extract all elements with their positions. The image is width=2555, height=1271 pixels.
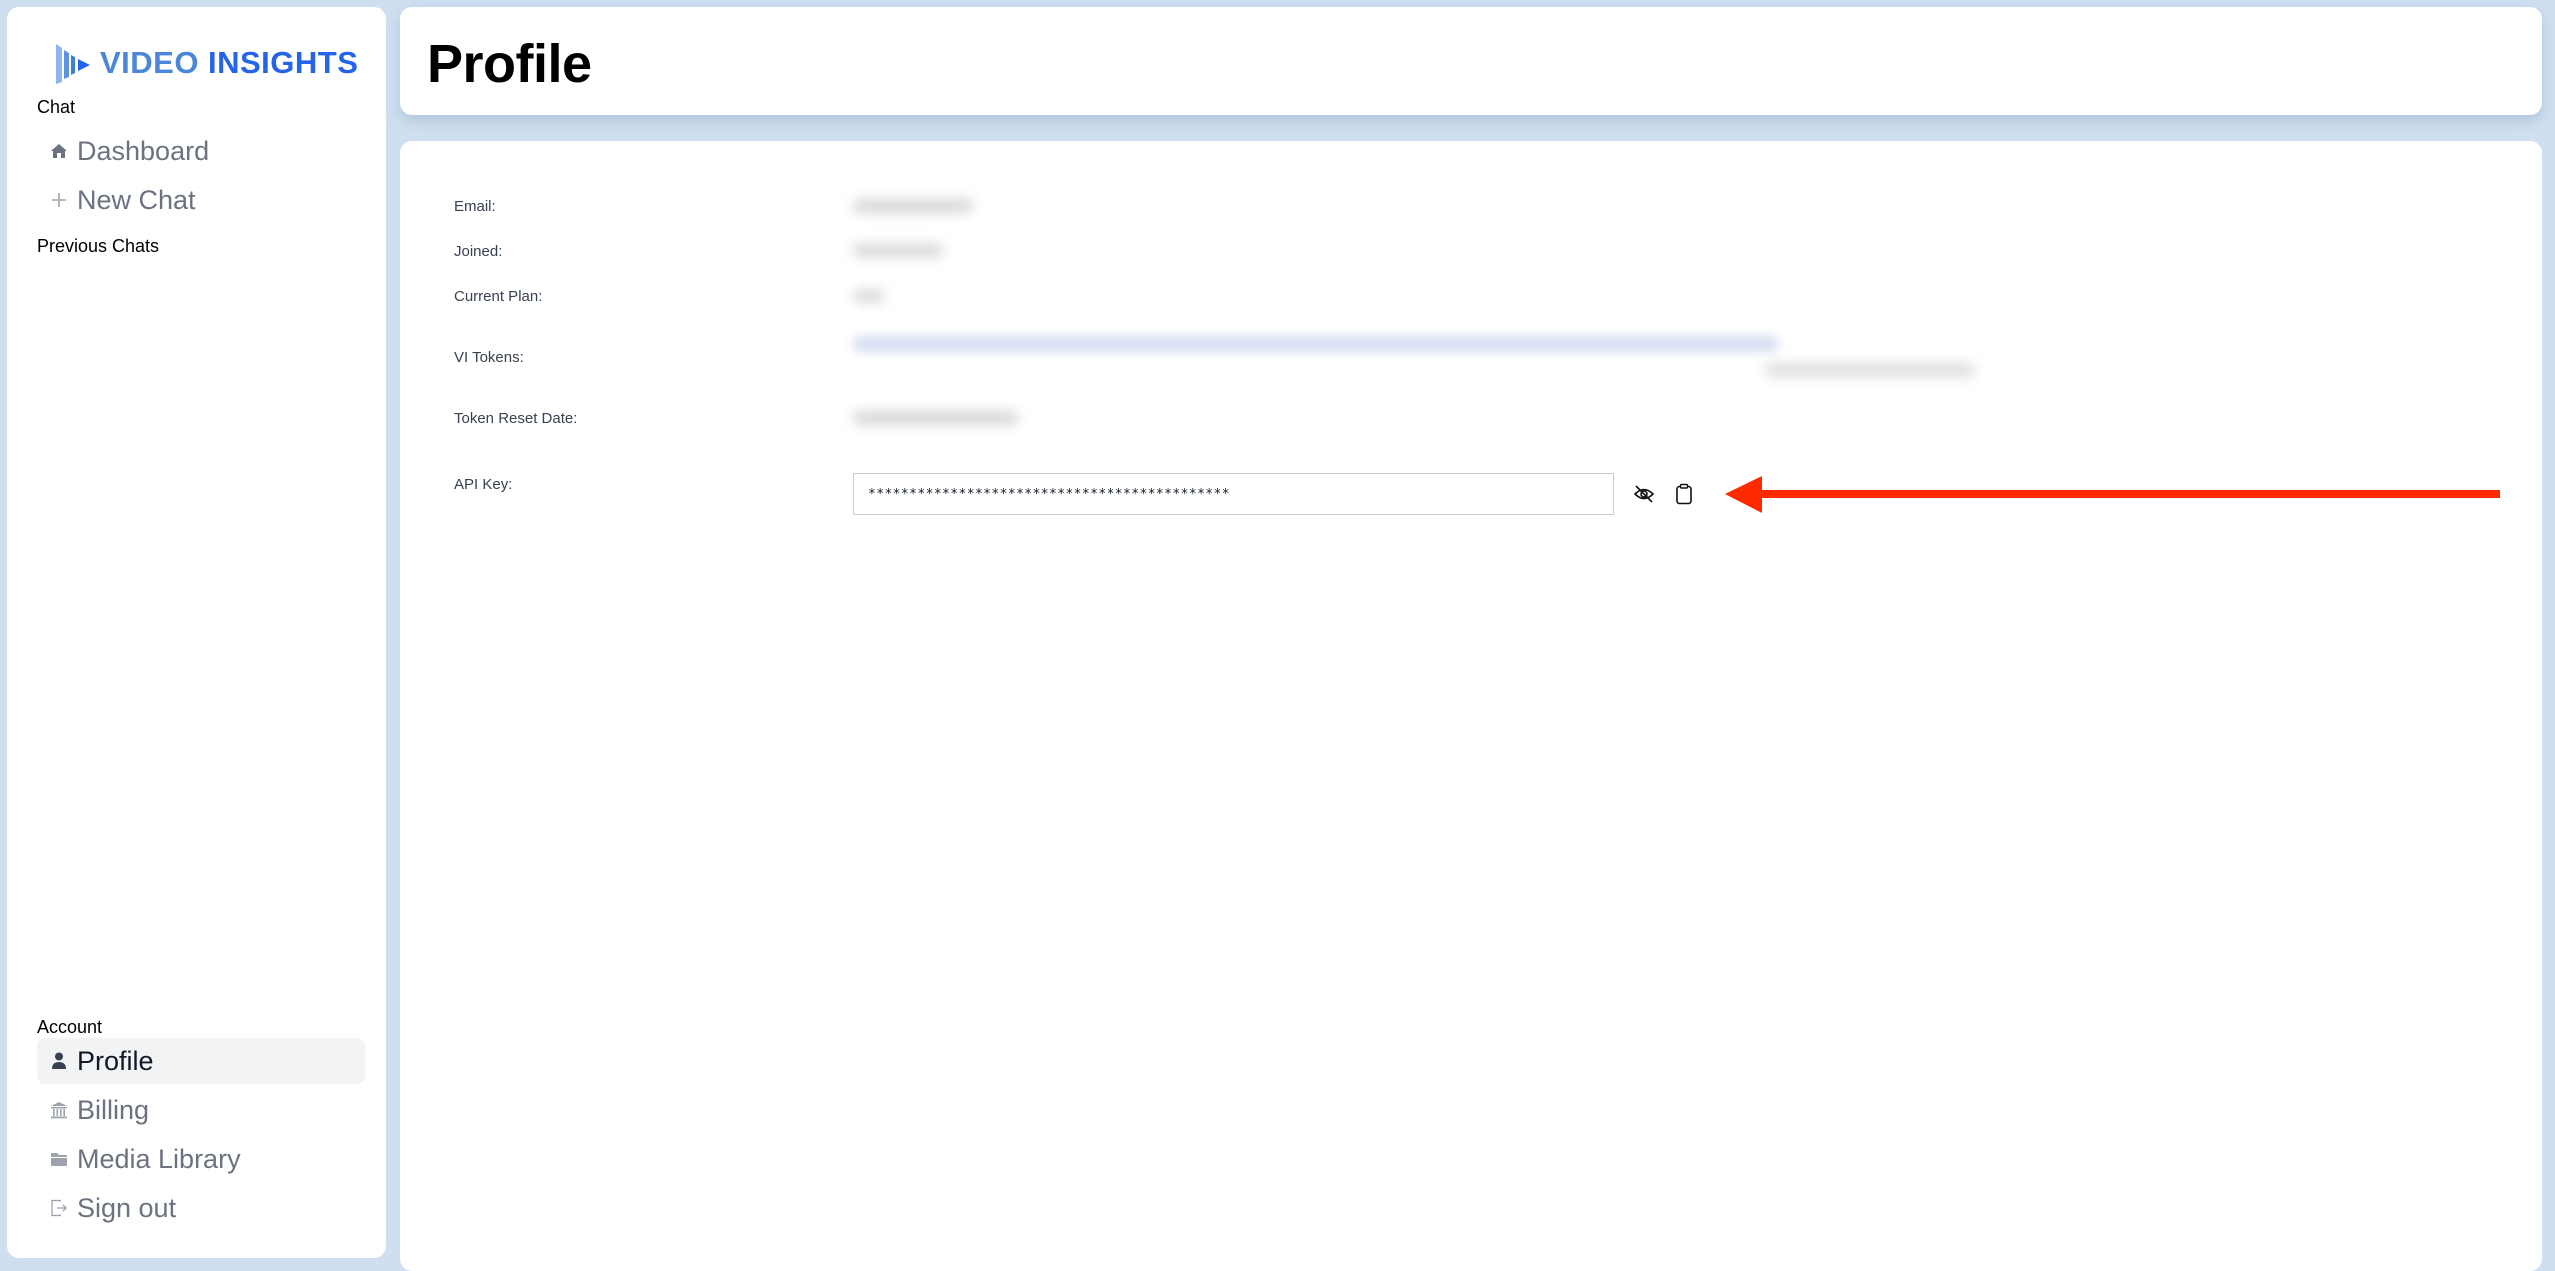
vi-tokens-count-blurred xyxy=(1765,363,1975,377)
sidebar-item-label: New Chat xyxy=(77,184,196,215)
logo-icon xyxy=(56,44,90,84)
annotation-arrowhead xyxy=(1725,476,1762,513)
joined-value-blurred xyxy=(853,244,943,257)
token-reset-date-value-blurred xyxy=(853,411,1018,425)
toggle-api-key-visibility-button[interactable] xyxy=(1630,480,1658,508)
sidebar-item-dashboard[interactable]: Dashboard xyxy=(37,128,365,174)
user-icon xyxy=(48,1052,70,1070)
sidebar-item-billing[interactable]: Billing xyxy=(37,1087,365,1133)
token-reset-date-label: Token Reset Date: xyxy=(454,410,578,427)
api-key-input[interactable] xyxy=(853,473,1614,515)
email-value-blurred xyxy=(853,199,973,213)
joined-label: Joined: xyxy=(454,243,503,260)
logo-text: VIDEO INSIGHTS xyxy=(100,45,359,80)
sidebar-item-label: Billing xyxy=(77,1094,150,1125)
email-label: Email: xyxy=(454,198,496,215)
vi-tokens-label: VI Tokens: xyxy=(454,349,524,366)
current-plan-value-blurred xyxy=(853,290,885,302)
previous-chats-label: Previous Chats xyxy=(37,236,160,256)
api-key-label: API Key: xyxy=(454,476,513,493)
page-title: Profile xyxy=(427,34,592,94)
sidebar-item-label: Sign out xyxy=(77,1192,177,1223)
page-header: Profile xyxy=(400,7,2542,115)
bank-icon xyxy=(48,1101,70,1119)
folder-icon xyxy=(48,1152,70,1167)
clipboard-icon xyxy=(1676,483,1692,505)
account-section-label: Account xyxy=(37,1017,103,1037)
annotation-arrow xyxy=(1725,476,2500,513)
sidebar-item-sign-out[interactable]: Sign out xyxy=(37,1185,365,1231)
profile-card: Email: Joined: Current Plan: VI Tokens: … xyxy=(400,141,2542,1271)
eye-off-icon xyxy=(1633,485,1655,503)
home-icon xyxy=(48,143,70,159)
sidebar-item-label: Media Library xyxy=(77,1143,241,1174)
sidebar-item-new-chat[interactable]: New Chat xyxy=(37,177,365,223)
sidebar-item-label: Profile xyxy=(77,1045,154,1076)
chat-section-label: Chat xyxy=(37,97,76,117)
logo[interactable]: VIDEO INSIGHTS xyxy=(54,39,358,87)
annotation-arrow-shaft xyxy=(1760,490,2500,498)
plus-icon xyxy=(48,192,70,208)
sidebar-item-media-library[interactable]: Media Library xyxy=(37,1136,365,1182)
copy-api-key-button[interactable] xyxy=(1670,480,1698,508)
sidebar-item-profile[interactable]: Profile xyxy=(37,1038,365,1084)
vi-tokens-progress-blurred xyxy=(853,336,1778,352)
sidebar-item-label: Dashboard xyxy=(77,135,210,166)
sign-out-icon xyxy=(48,1199,70,1217)
current-plan-label: Current Plan: xyxy=(454,288,543,305)
sidebar: VIDEO INSIGHTS Chat Dashboard New Chat Pr… xyxy=(7,7,386,1258)
